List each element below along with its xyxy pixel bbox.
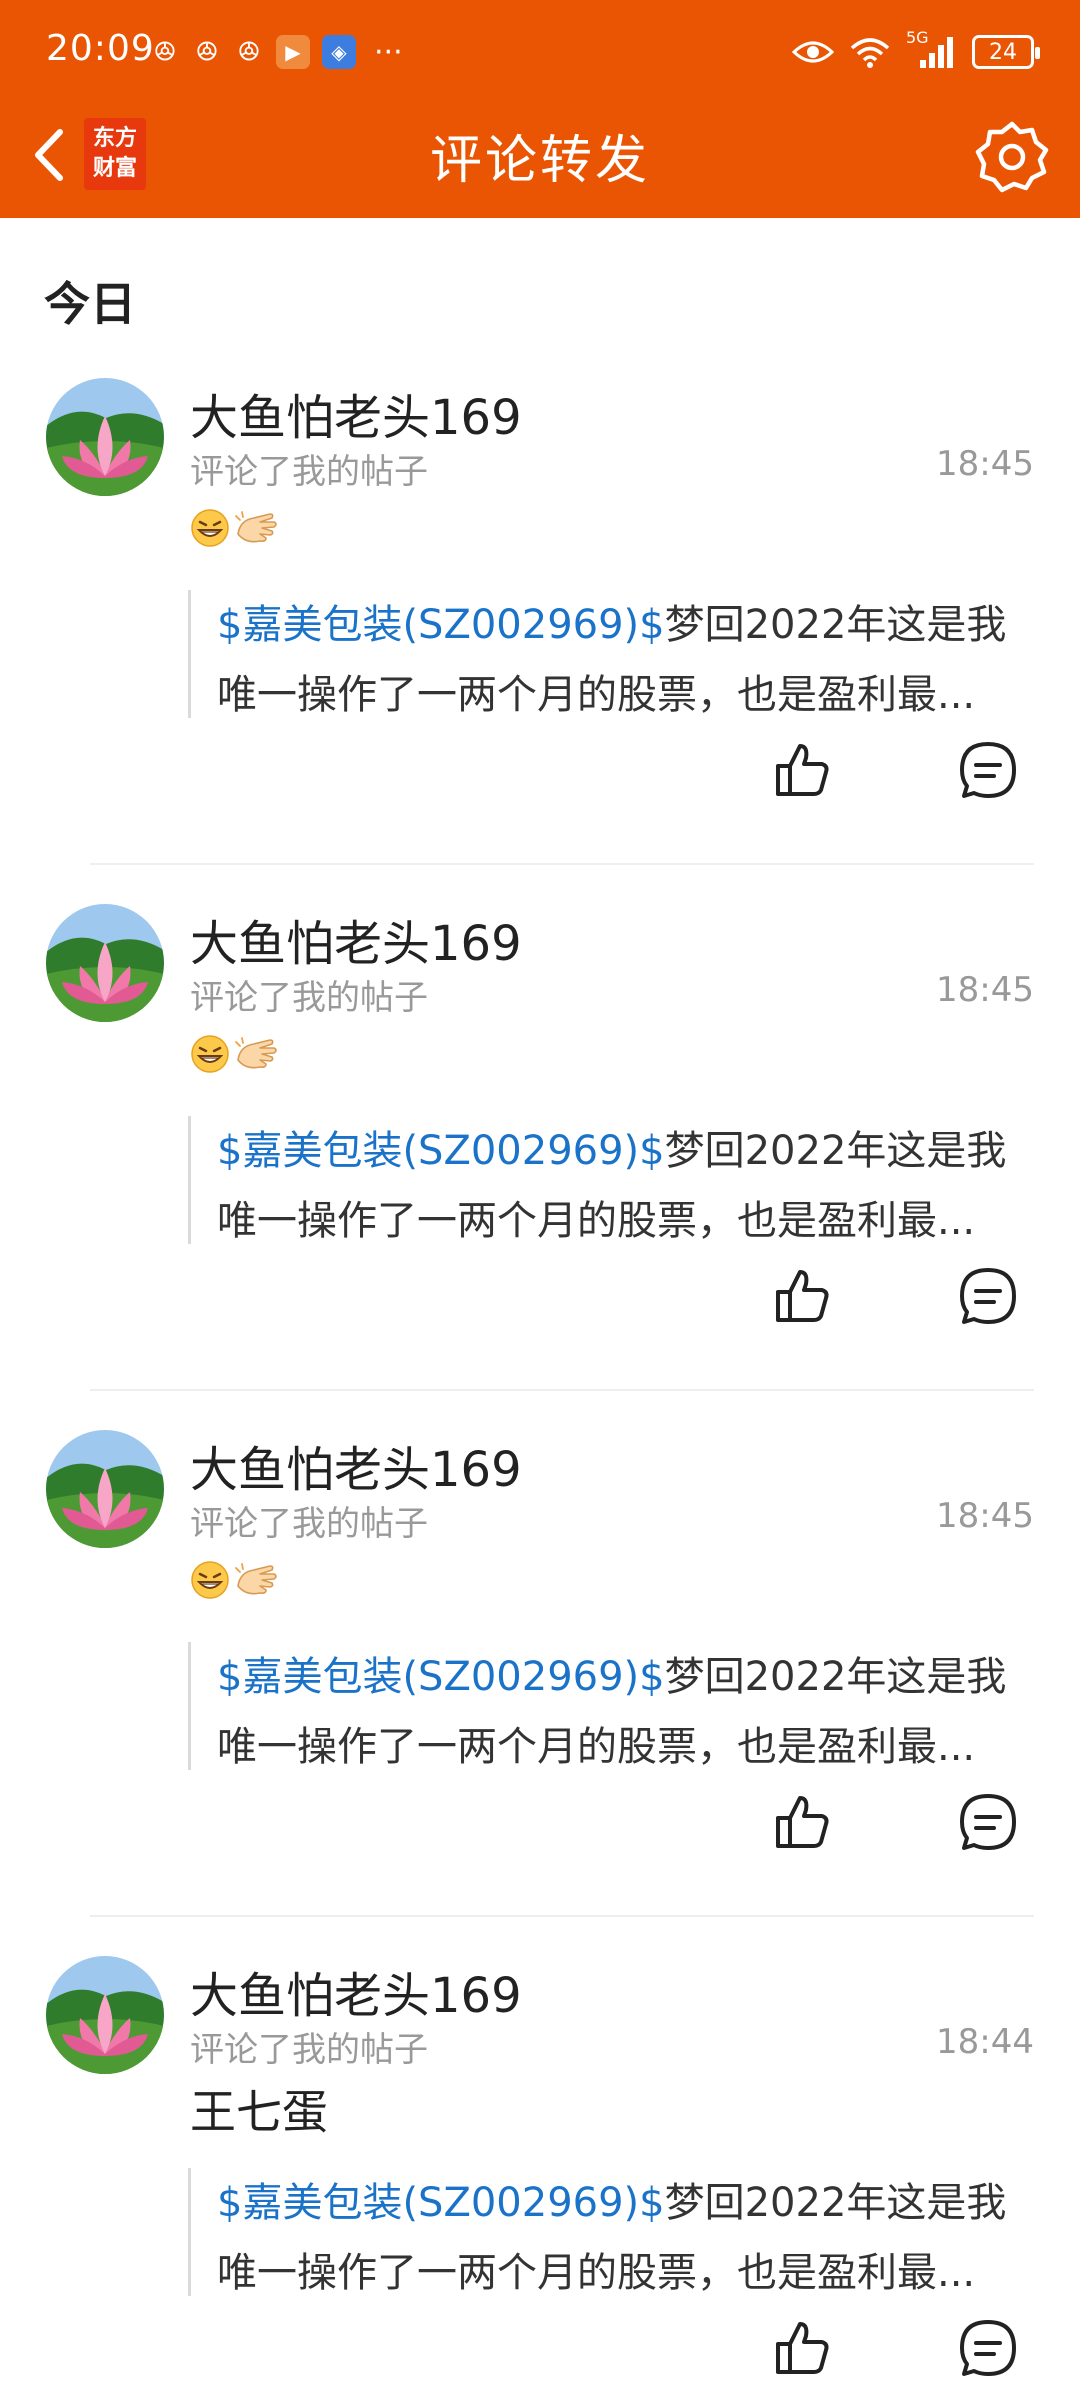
lotus-avatar-image [46,1430,164,1548]
battery-level: 24 [989,39,1017,65]
comment-bubble-icon [960,1794,1016,1850]
app-header: 东方 财富 评论转发 [0,100,1080,218]
username[interactable]: 大鱼怕老头169 [190,1956,522,2026]
avatar[interactable] [46,904,164,1022]
like-button[interactable] [770,738,834,802]
wifi-icon [850,38,890,68]
notification-action-text: 评论了我的帖子 [190,978,428,1018]
thumbs-up-icon [776,2322,829,2374]
notification-item[interactable]: 大鱼怕老头169 评论了我的帖子 18:45 $嘉美包装(SZ002969)$梦… [0,1410,1080,1936]
username[interactable]: 大鱼怕老头169 [190,378,522,448]
avatar[interactable] [46,378,164,496]
gear-icon [975,121,1049,193]
quoted-post-line1: $嘉美包装(SZ002969)$梦回2022年这是我 [217,590,1008,660]
status-bar: 20:09 ꔮ ꔮ ꔮ ▶ ◈ ··· 5G 24 [0,0,1080,100]
status-system-icons: 5G 24 [792,28,1040,74]
reply-button[interactable] [956,738,1020,802]
emoji-comment [190,1024,280,1084]
quoted-post[interactable]: $嘉美包装(SZ002969)$梦回2022年这是我 唯一操作了一两个月的股票，… [188,1116,1008,1244]
quoted-post[interactable]: $嘉美包装(SZ002969)$梦回2022年这是我 唯一操作了一两个月的股票，… [188,2168,1008,2296]
reply-button[interactable] [956,1790,1020,1854]
security-app-icon: ◈ [322,35,356,69]
clapping-hand-icon [235,1037,277,1069]
app-notification-icon: ꔮ [237,34,261,70]
notification-time: 18:45 [936,1496,1034,1536]
notification-item[interactable]: 大鱼怕老头169 评论了我的帖子 18:44 王七蛋 $嘉美包装(SZ00296… [0,1936,1080,2400]
eye-icon [792,41,834,63]
quoted-post-line1: $嘉美包装(SZ002969)$梦回2022年这是我 [217,1116,1008,1186]
like-button[interactable] [770,1790,834,1854]
quoted-post-text1: 梦回2022年这是我 [664,602,1007,648]
divider [90,1389,1034,1391]
thumbs-up-icon [776,1796,829,1848]
lotus-avatar-image [46,1956,164,2074]
notification-time: 18:45 [936,444,1034,484]
username[interactable]: 大鱼怕老头169 [190,904,522,974]
grinning-face-icon [191,1561,229,1599]
quoted-post-line1: $嘉美包装(SZ002969)$梦回2022年这是我 [217,1642,1008,1712]
notification-item[interactable]: 大鱼怕老头169 评论了我的帖子 18:45 $嘉美包装(SZ002969)$梦… [0,358,1080,884]
comment-text: 王七蛋 [190,2085,328,2139]
quoted-post[interactable]: $嘉美包装(SZ002969)$梦回2022年这是我 唯一操作了一两个月的股票，… [188,1642,1008,1770]
notification-action-text: 评论了我的帖子 [190,452,428,492]
notification-time: 18:45 [936,970,1034,1010]
stock-link[interactable]: $嘉美包装(SZ002969)$ [217,2180,665,2226]
quoted-post[interactable]: $嘉美包装(SZ002969)$梦回2022年这是我 唯一操作了一两个月的股票，… [188,590,1008,718]
clapping-hand-icon [235,511,277,543]
settings-button[interactable] [974,118,1050,194]
notification-action-text: 评论了我的帖子 [190,1504,428,1544]
thumbs-up-icon [776,744,829,796]
emoji-comment [190,498,280,558]
quoted-post-line2: 唯一操作了一两个月的股票，也是盈利最... [217,1198,976,1244]
like-button[interactable] [770,1264,834,1328]
lotus-avatar-image [46,378,164,496]
stock-link[interactable]: $嘉美包装(SZ002969)$ [217,1654,665,1700]
battery-indicator: 24 [972,35,1040,69]
lotus-avatar-image [46,904,164,1022]
status-notification-icons: ꔮ ꔮ ꔮ ▶ ◈ ··· [150,30,403,74]
status-time: 20:09 [46,28,155,69]
stock-link[interactable]: $嘉美包装(SZ002969)$ [217,1128,665,1174]
app-notification-icon: ꔮ [153,34,177,70]
notification-item[interactable]: 大鱼怕老头169 评论了我的帖子 18:45 $嘉美包装(SZ002969)$梦… [0,884,1080,1410]
like-button[interactable] [770,2316,834,2380]
notification-action-text: 评论了我的帖子 [190,2030,428,2070]
quoted-post-line1: $嘉美包装(SZ002969)$梦回2022年这是我 [217,2168,1008,2238]
video-app-icon: ▶ [276,35,310,69]
comment-bubble-icon [960,1268,1016,1324]
quoted-post-text1: 梦回2022年这是我 [664,1654,1007,1700]
top-bar: 20:09 ꔮ ꔮ ꔮ ▶ ◈ ··· 5G 24 东方 财富 评论转发 [0,0,1080,218]
thumbs-up-icon [776,1270,829,1322]
username[interactable]: 大鱼怕老头169 [190,1430,522,1500]
more-notifications-icon: ··· [374,34,403,70]
quoted-post-line2: 唯一操作了一两个月的股票，也是盈利最... [217,2250,976,2296]
avatar[interactable] [46,1956,164,2074]
clapping-hand-icon [235,1563,277,1595]
signal-icon: 5G [906,28,956,70]
emoji-comment [190,1550,280,1610]
grinning-face-icon [191,1035,229,1073]
quoted-post-line2: 唯一操作了一两个月的股票，也是盈利最... [217,1724,976,1770]
stock-link[interactable]: $嘉美包装(SZ002969)$ [217,602,665,648]
divider [90,1915,1034,1917]
notification-time: 18:44 [936,2022,1034,2062]
comment-bubble-icon [960,2320,1016,2376]
comment-bubble-icon [960,742,1016,798]
avatar[interactable] [46,1430,164,1548]
reply-button[interactable] [956,1264,1020,1328]
page-title: 评论转发 [429,131,650,191]
quoted-post-line2: 唯一操作了一两个月的股票，也是盈利最... [217,672,976,718]
grinning-face-icon [191,509,229,547]
reply-button[interactable] [956,2316,1020,2380]
quoted-post-text1: 梦回2022年这是我 [664,2180,1007,2226]
app-notification-icon: ꔮ [195,34,219,70]
divider [90,863,1034,865]
section-title-today: 今日 [44,277,136,331]
quoted-post-text1: 梦回2022年这是我 [664,1128,1007,1174]
